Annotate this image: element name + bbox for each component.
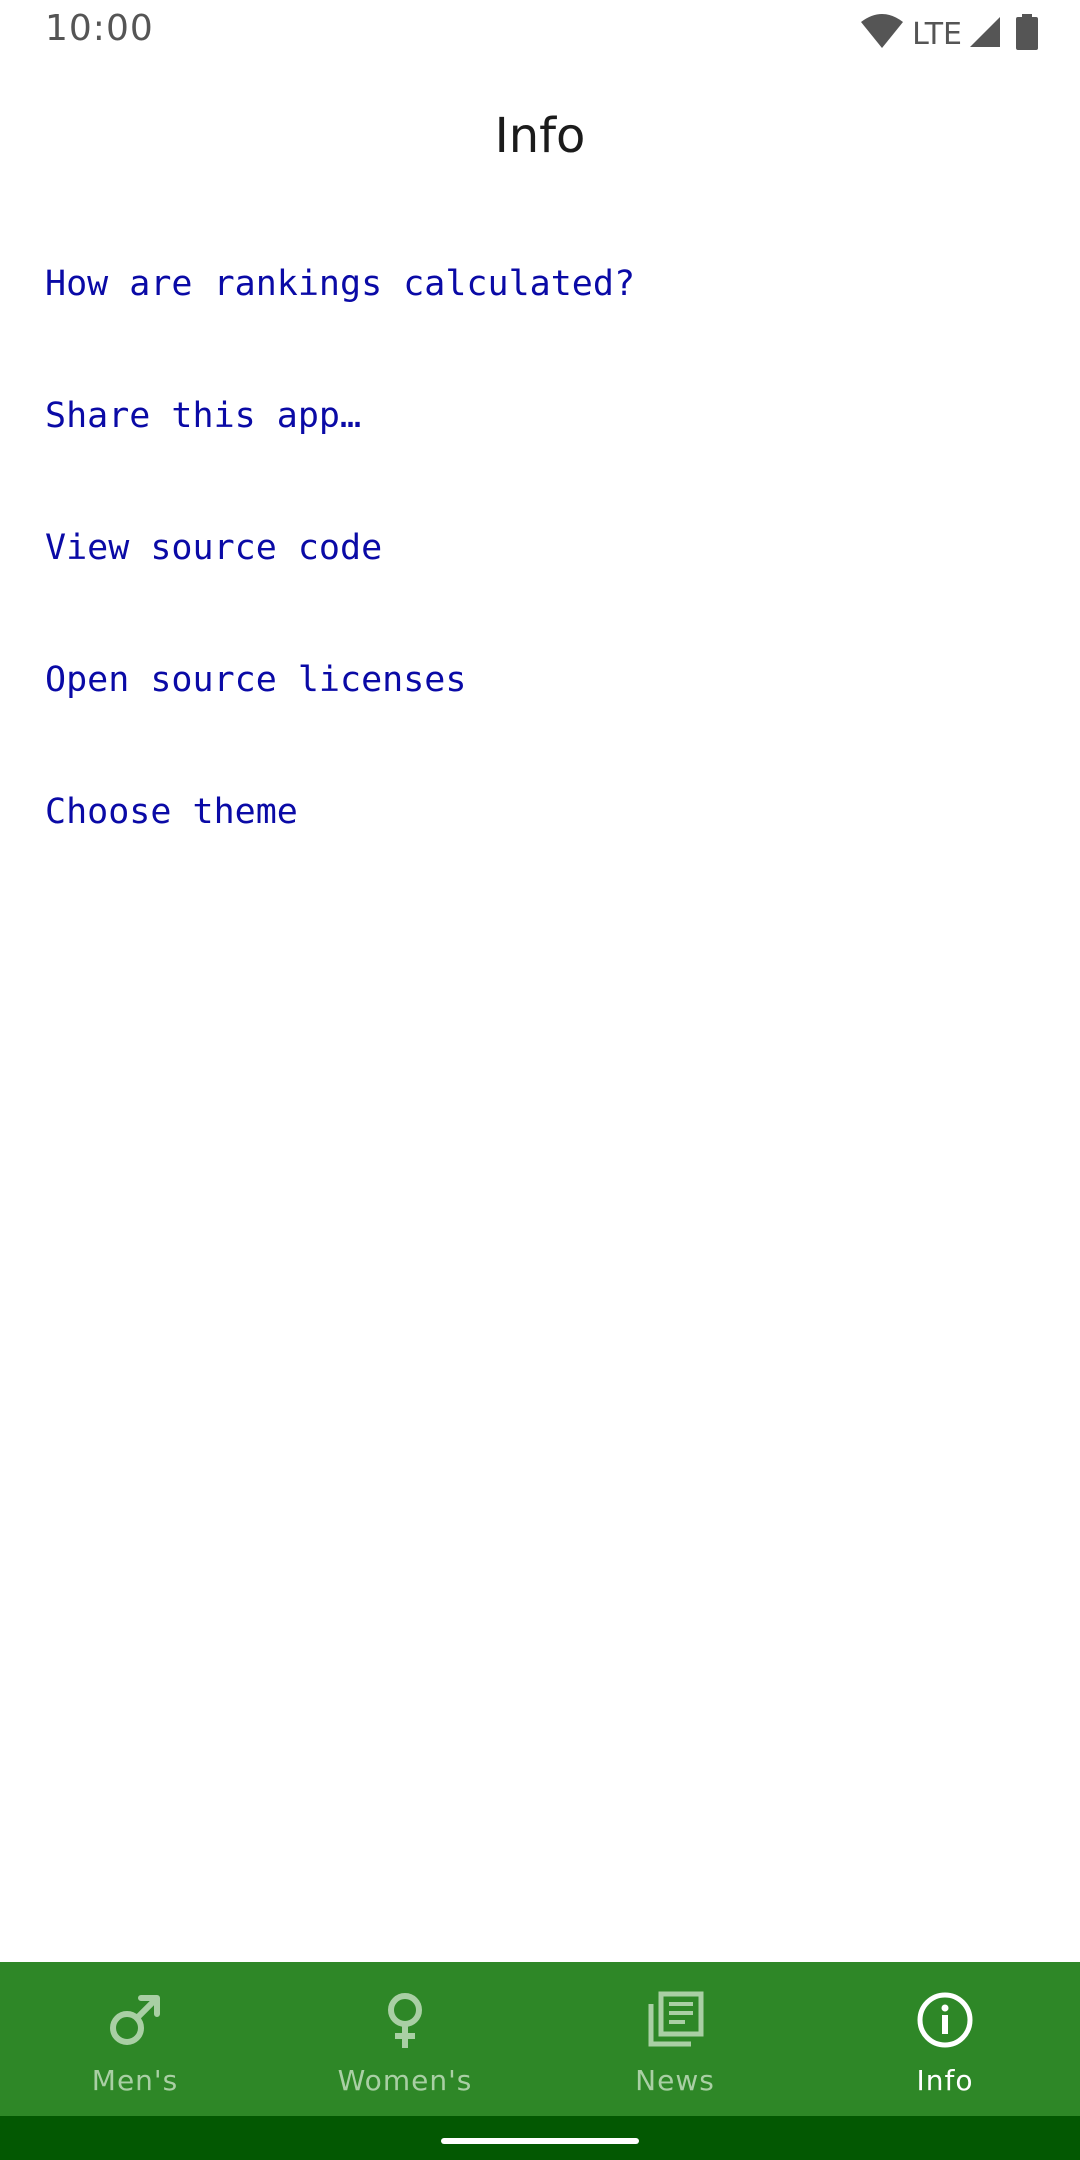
nav-label-womens: Women's — [337, 2064, 473, 2097]
nav-tab-mens[interactable]: Men's — [0, 1962, 270, 2116]
status-bar: 10:00 LTE — [0, 0, 1080, 64]
status-time: 10:00 — [45, 8, 154, 49]
open-source-licenses-link[interactable]: Open source licenses — [45, 636, 1035, 768]
female-symbol-icon — [375, 1990, 435, 2050]
male-symbol-icon — [105, 1990, 165, 2050]
info-menu: How are rankings calculated? Share this … — [45, 240, 1035, 900]
nav-tab-info[interactable]: Info — [810, 1962, 1080, 2116]
nav-tab-womens[interactable]: Women's — [270, 1962, 540, 2116]
system-navigation-bar — [0, 2116, 1080, 2160]
rankings-calculation-link[interactable]: How are rankings calculated? — [45, 240, 1035, 372]
home-gesture-handle[interactable] — [441, 2138, 639, 2144]
status-icons: LTE — [860, 14, 1038, 54]
battery-icon — [1016, 14, 1038, 54]
page-title: Info — [494, 108, 586, 164]
network-type-label: LTE — [912, 16, 962, 52]
bottom-navigation: Men's Women's News Info — [0, 1962, 1080, 2116]
wifi-icon — [860, 14, 904, 54]
newspaper-icon — [645, 1990, 705, 2050]
nav-label-news: News — [635, 2064, 715, 2097]
view-source-code-link[interactable]: View source code — [45, 504, 1035, 636]
nav-label-info: Info — [916, 2064, 974, 2097]
nav-label-mens: Men's — [91, 2064, 179, 2097]
info-icon — [915, 1990, 975, 2050]
share-app-link[interactable]: Share this app… — [45, 372, 1035, 504]
choose-theme-link[interactable]: Choose theme — [45, 768, 1035, 900]
cell-signal-icon — [968, 15, 1002, 53]
nav-tab-news[interactable]: News — [540, 1962, 810, 2116]
